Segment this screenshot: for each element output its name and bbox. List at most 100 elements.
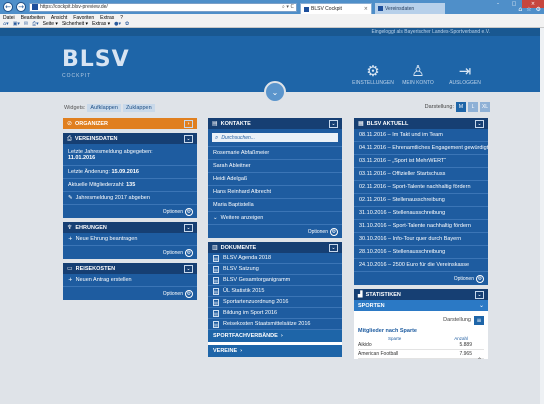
settings-gear-icon[interactable]: ⚙ xyxy=(536,6,541,13)
my-account-button[interactable]: ♙ MEIN KONTO xyxy=(393,62,443,86)
logout-button[interactable]: ⇥ AUSLOGGEN xyxy=(440,62,490,86)
scroll-up-icon[interactable]: ⌃ xyxy=(477,357,484,364)
show-more-link[interactable]: ⌄ Weitere anzeigen xyxy=(208,212,342,225)
menu-help[interactable]: ? xyxy=(120,15,123,21)
document-item[interactable]: ▤ BLSV Satzung xyxy=(208,264,342,275)
news-item[interactable]: 28.10.2016 – Stellenausschreibung xyxy=(354,246,488,259)
menu-favoriten[interactable]: Favoriten xyxy=(73,15,94,21)
collapse-chevron-icon[interactable]: ⌄ xyxy=(475,119,484,128)
feeds-icon[interactable]: ▣▾ xyxy=(13,21,20,27)
table-row: American Football 7.965 xyxy=(358,350,484,359)
mail-icon[interactable]: ✉ xyxy=(24,21,28,27)
aktuell-header[interactable]: ▦ BLSV AKTUELL ⌄ xyxy=(354,118,488,129)
address-controls[interactable]: ⌕ ▾ C xyxy=(282,4,294,10)
news-item[interactable]: 02.11.2016 – Stellenausschreibung xyxy=(354,194,488,207)
sportfachverbaende-link[interactable]: SPORTFACHVERBÄNDE › xyxy=(208,330,342,342)
collapse-chevron-icon[interactable]: ⌄ xyxy=(184,264,193,273)
organizer-header[interactable]: ⊘ ORGANIZER › xyxy=(63,118,197,129)
options-label: Optionen xyxy=(162,208,183,215)
new-honor-link[interactable]: + Neue Ehrung beantragen xyxy=(63,233,197,246)
options-label: Optionen xyxy=(162,290,183,297)
address-bar[interactable]: https://cockpit.blsv-preview.de/ ⌕ ▾ C xyxy=(29,2,297,12)
header-toggle-chevron-icon[interactable]: ⌄ xyxy=(264,81,286,103)
news-item[interactable]: 31.10.2016 – Stellenausschreibung xyxy=(354,207,488,220)
collapse-all-button[interactable]: Zuklappen xyxy=(122,104,155,112)
widget-column-right: ▦ BLSV AKTUELL ⌄ 08.11.2016 – Im Takt un… xyxy=(354,118,488,364)
news-item[interactable]: 30.10.2016 – Info-Tour quer durch Bayern xyxy=(354,233,488,246)
document-item[interactable]: ▤ Bildung im Sport 2016 xyxy=(208,308,342,319)
menu-ansicht[interactable]: Ansicht xyxy=(51,15,67,21)
contact-search-input[interactable]: ⌕ Durchsuchen... xyxy=(212,133,338,142)
command-bar: ⌂▾ ▣▾ ✉ ⎙▾ Seite ▾ Sicherheit ▾ Extras ▾… xyxy=(0,21,544,28)
kontakte-options[interactable]: Optionen ⚙ xyxy=(208,225,342,238)
print-icon[interactable]: ⎙▾ xyxy=(32,21,39,27)
collapse-chevron-icon[interactable]: ⌄ xyxy=(329,243,338,252)
document-item[interactable]: ▤ BLSV Gesamtorganigramm xyxy=(208,275,342,286)
ehrungen-header[interactable]: ♆ EHRUNGEN ⌄ xyxy=(63,222,197,233)
collapse-chevron-icon[interactable]: ⌄ xyxy=(184,134,193,143)
submit-report-link[interactable]: ✎ Jahresmeldung 2017 abgeben xyxy=(63,192,197,205)
vereinsdaten-header[interactable]: ⎙ VEREINSDATEN ⌄ xyxy=(63,133,197,144)
forward-icon[interactable]: → xyxy=(16,2,26,12)
expand-all-button[interactable]: Aufklappen xyxy=(87,104,121,112)
home-cmd-icon[interactable]: ⌂▾ xyxy=(3,21,9,27)
menu-extras[interactable]: Extras xyxy=(100,15,114,21)
contact-item[interactable]: Maria Baptistella xyxy=(208,199,342,212)
kontakte-header[interactable]: ▤ KONTAKTE ⌄ xyxy=(208,118,342,129)
news-item[interactable]: 02.11.2016 – Sport-Talente nachhaltig fö… xyxy=(354,181,488,194)
news-item[interactable]: 03.11.2016 – „Sport ist MehrWERT“ xyxy=(354,155,488,168)
sporten-section-header[interactable]: SPORTEN ⌄ xyxy=(354,300,488,311)
cmd-extras[interactable]: Extras ▾ xyxy=(92,21,110,27)
back-icon[interactable]: ← xyxy=(3,2,13,12)
news-item[interactable]: 03.11.2016 – Offizieller Startschuss xyxy=(354,168,488,181)
reisekosten-header[interactable]: ▭ REISEKOSTEN ⌄ xyxy=(63,263,197,274)
contact-item[interactable]: Heidi Adelgaß xyxy=(208,173,342,186)
statistiken-widget: ▟ STATISTIKEN ⌄ SPORTEN ⌄ Darstellung ≡ … xyxy=(354,289,488,364)
ehrungen-options[interactable]: Optionen ⚙ xyxy=(63,246,197,259)
collapse-chevron-icon[interactable]: ⌄ xyxy=(329,119,338,128)
news-item[interactable]: 31.10.2016 – Sport-Talente nachhaltig fö… xyxy=(354,220,488,233)
menu-bearbeiten[interactable]: Bearbeiten xyxy=(21,15,45,21)
news-item[interactable]: 24.10.2016 – 2500 Euro für die Vereinska… xyxy=(354,259,488,272)
tab-blsv-cockpit[interactable]: BLSV Cockpit × xyxy=(300,3,372,14)
help-icon[interactable]: ●▾ xyxy=(114,21,121,27)
last-report-value: 11.01.2016 xyxy=(68,154,96,161)
contact-item[interactable]: Hans Reinhard Albrecht xyxy=(208,186,342,199)
aktuell-options[interactable]: Optionen ⚙ xyxy=(354,272,488,285)
blsv-logo[interactable]: BLSV xyxy=(62,49,130,71)
menu-datei[interactable]: Datei xyxy=(3,15,15,21)
statistiken-body: Darstellung ≡ Mitglieder nach Sparte Spa… xyxy=(354,311,488,364)
document-item[interactable]: ▤ ÜL Statistik 2015 xyxy=(208,286,342,297)
addon-icon[interactable]: ✿ xyxy=(125,21,129,27)
news-item[interactable]: 04.11.2016 – Ehrenamtliches Engagement g… xyxy=(354,142,488,155)
document-item[interactable]: ▤ BLSV Agenda 2018 xyxy=(208,253,342,264)
size-m-button[interactable]: M xyxy=(456,102,466,112)
organizer-open-icon[interactable]: › xyxy=(184,119,193,128)
statistiken-header[interactable]: ▟ STATISTIKEN ⌄ xyxy=(354,289,488,300)
document-item[interactable]: ▤ Reisekosten Staatsmittelsätze 2016 xyxy=(208,319,342,330)
dokumente-header[interactable]: ▥ DOKUMENTE ⌄ xyxy=(208,242,342,253)
settings-button[interactable]: ⚙ EINSTELLUNGEN xyxy=(348,62,398,86)
cmd-seite[interactable]: Seite ▾ xyxy=(43,21,58,27)
size-l-button[interactable]: L xyxy=(468,102,478,112)
news-item[interactable]: 08.11.2016 – Im Takt und im Team xyxy=(354,129,488,142)
new-request-link[interactable]: + Neuen Antrag erstellen xyxy=(63,274,197,287)
collapse-chevron-icon[interactable]: ⌄ xyxy=(475,290,484,299)
document-item[interactable]: ▤ Sportartenzuordnung 2016 xyxy=(208,297,342,308)
tab-close-icon[interactable]: × xyxy=(364,6,368,12)
size-xl-button[interactable]: XL xyxy=(480,102,490,112)
collapse-chevron-icon[interactable]: ⌄ xyxy=(184,223,193,232)
page-scrollbar[interactable] xyxy=(540,28,544,404)
list-view-icon[interactable]: ≡ xyxy=(474,315,484,325)
submit-report-label: Jahresmeldung 2017 abgeben xyxy=(75,195,150,201)
reisekosten-options[interactable]: Optionen ⚙ xyxy=(63,287,197,300)
tab-vereinsdaten[interactable]: Vereinsdaten xyxy=(375,3,445,14)
cmd-sicherheit[interactable]: Sicherheit ▾ xyxy=(62,21,88,27)
home-icon[interactable]: ⌂ xyxy=(518,6,522,13)
contact-item[interactable]: Sarah Ableitner xyxy=(208,160,342,173)
minimize-icon[interactable]: – xyxy=(490,0,506,8)
vereinsdaten-options[interactable]: Optionen ⚙ xyxy=(63,205,197,218)
vereine-link[interactable]: VEREINE › xyxy=(208,345,342,357)
contact-item[interactable]: Rosemarie Abfaßmeier xyxy=(208,147,342,160)
favorites-star-icon[interactable]: ☆ xyxy=(526,6,531,13)
